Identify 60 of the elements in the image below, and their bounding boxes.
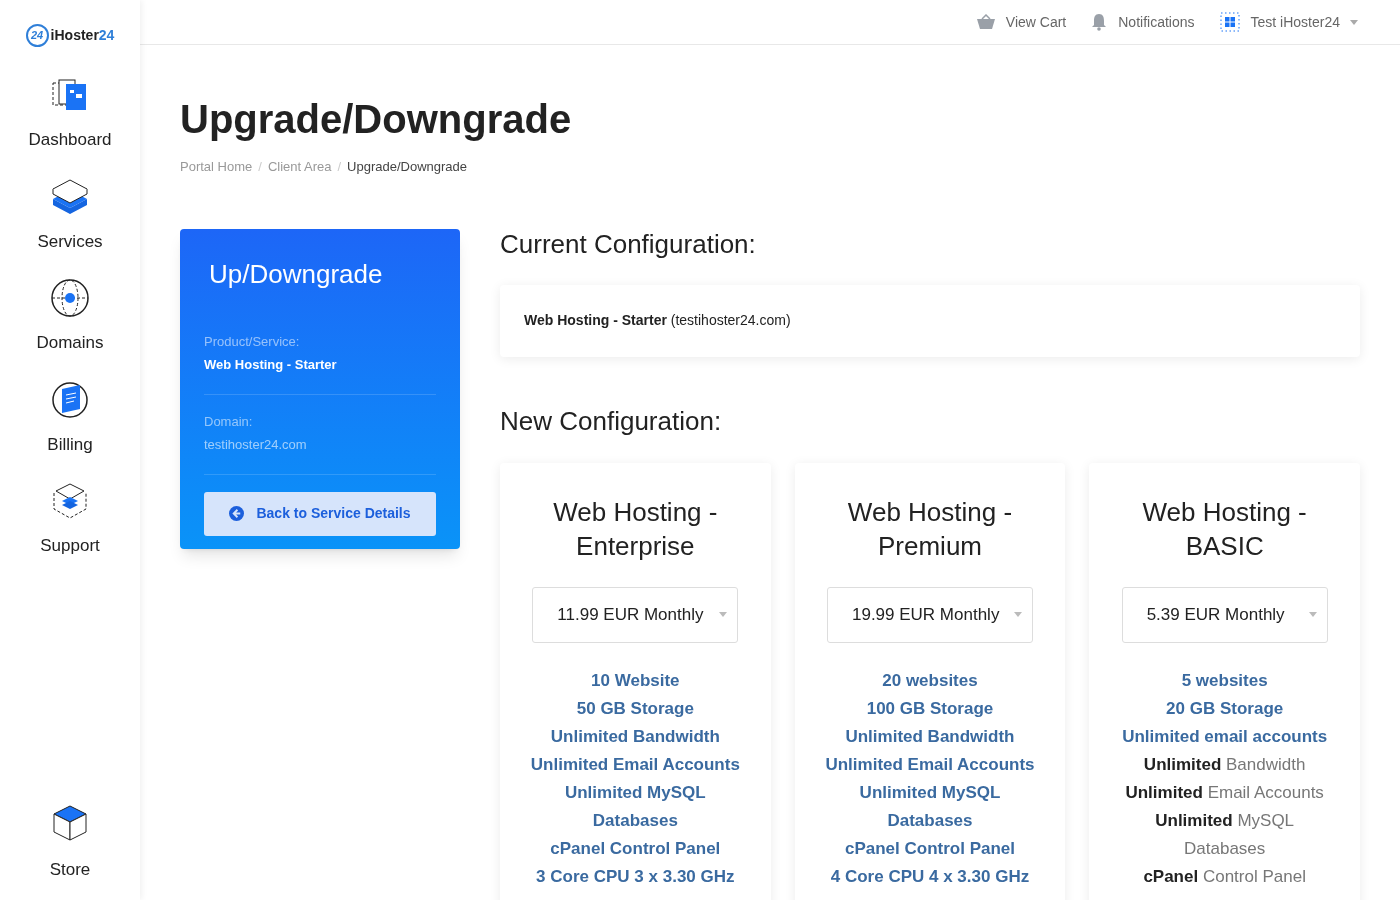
envelope-box-icon	[50, 481, 90, 521]
brand-logo[interactable]: iHoster24	[50, 25, 115, 46]
page-title: Upgrade/Downgrade	[180, 96, 573, 143]
plan-title: Web Hosting - BASIC	[1141, 495, 1308, 563]
plan-feature: Unlimited Bandwidth	[550, 725, 720, 748]
plan-feature: Unlimited Bandwidth	[845, 725, 1015, 748]
sidebar-item[interactable]: Dashboard	[28, 75, 112, 153]
plan-feature: 5 websites	[1181, 669, 1268, 692]
document-cycle-icon	[50, 379, 90, 420]
logo-icon: 24	[25, 24, 49, 47]
current-config-text: Web Hosting - Starter (testihoster24.com)	[524, 311, 791, 330]
sidebar-item[interactable]: Services	[37, 176, 103, 254]
caret-icon	[1308, 612, 1317, 617]
topbar-link[interactable]: Test iHoster24	[1250, 11, 1340, 33]
bell-icon	[1090, 13, 1109, 31]
back-button[interactable]: Back to Service Details	[204, 491, 436, 536]
billing-cycle-select[interactable]: 11.99 EUR Monthly	[532, 586, 739, 643]
plan-feature: Unlimited email accounts	[1122, 725, 1328, 748]
plan-feature: 10 Website	[591, 669, 680, 692]
sidebar-item[interactable]: Store	[49, 802, 91, 882]
caret-icon	[719, 612, 728, 617]
basket-icon	[975, 14, 996, 30]
globe-icon	[50, 278, 90, 318]
plan-feature: Unlimited Email Accounts	[1125, 781, 1324, 804]
arrow-left-circle-icon	[229, 506, 245, 521]
plan-feature: Unlimited Email Accounts	[825, 753, 1035, 776]
caret-icon	[1350, 19, 1358, 25]
plan-title: Web Hosting - Premium	[846, 495, 1014, 563]
plan-feature: Unlimited Email Accounts	[530, 753, 740, 776]
plan-feature: cPanel Control Panel	[844, 837, 1015, 860]
billing-cycle-select[interactable]: 19.99 EUR Monthly	[827, 586, 1033, 643]
topbar-link[interactable]: View Cart	[1005, 11, 1067, 33]
plan-feature: 20 websites	[882, 669, 978, 692]
plan-title: Web Hosting - Enterprise	[552, 495, 719, 563]
plan-feature: 20 GB Storage	[1166, 697, 1284, 720]
plan-feature: cPanel Control Panel	[550, 837, 721, 860]
sidebar-item[interactable]: Domains	[36, 278, 104, 356]
plan-feature: 50 GB Storage	[576, 697, 694, 720]
grid-icon	[1218, 11, 1241, 33]
plan-feature: 100 GB Storage	[866, 697, 994, 720]
field-label: Product/Service:	[204, 332, 301, 351]
plan-feature: cPanel Control Panel	[1143, 865, 1306, 888]
plan-feature: 3 Core CPU 3 x 3.30 GHz	[536, 865, 735, 888]
caret-icon	[1014, 612, 1022, 617]
sidebar-item[interactable]: Billing	[47, 379, 93, 457]
breadcrumb-separator: /	[258, 158, 262, 176]
plan-feature: Unlimited MySQL Databases	[1154, 809, 1296, 860]
plan-feature: 4 Core CPU 4 x 3.30 GHz	[830, 865, 1030, 888]
section-heading: New Configuration:	[500, 404, 723, 437]
sidebar-item[interactable]: Support	[40, 481, 100, 559]
breadcrumb-separator: /	[337, 158, 342, 176]
field-value: testihoster24.com	[204, 436, 308, 454]
billing-cycle-select[interactable]: 5.39 EUR Monthly	[1121, 586, 1328, 643]
field-label: Domain:	[204, 412, 254, 431]
topbar-link[interactable]: Notifications	[1118, 11, 1195, 33]
plan-feature: Unlimited Bandwidth	[1143, 753, 1306, 776]
breadcrumb-link[interactable]: Upgrade/Downgrade	[347, 157, 468, 177]
section-heading: Current Configuration:	[500, 227, 757, 260]
field-value: Web Hosting - Starter	[204, 356, 338, 374]
card-title: Up/Downgrade	[209, 257, 384, 291]
